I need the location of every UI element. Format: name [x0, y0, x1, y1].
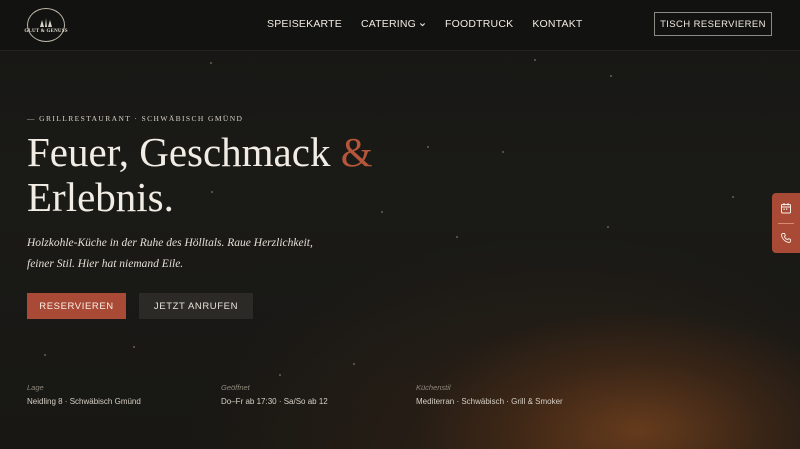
hero-eyebrow: — GRILLRESTAURANT · SCHWÄBISCH GMÜND — [27, 114, 244, 123]
hero-lede-line2: feiner Stil. Hier hat niemand Eile. — [27, 258, 184, 270]
phone-icon — [781, 233, 791, 243]
hero-lede: Holzkohle-Küche in der Ruhe des Hölltals… — [27, 233, 347, 275]
nav-label: FOODTRUCK — [445, 18, 514, 30]
hero-title-part2: Erlebnis. — [27, 174, 174, 220]
call-now-button[interactable]: JETZT ANRUFEN — [139, 293, 253, 319]
calendar-icon — [781, 203, 791, 214]
reserve-table-button[interactable]: TISCH RESERVIEREN — [654, 12, 772, 36]
side-reserve-button[interactable] — [772, 194, 800, 222]
side-call-button[interactable] — [772, 224, 800, 252]
brand-logo[interactable]: GLUT & GENUSS — [24, 8, 68, 42]
nav-item-kontakt[interactable]: KONTAKT — [532, 18, 582, 30]
reserve-button[interactable]: RESERVIEREN — [27, 293, 126, 319]
flame-trees-icon — [40, 17, 52, 27]
hero-title: Feuer, Geschmack & Erlebnis. — [27, 130, 447, 220]
info-hours: Geöffnet Do–Fr ab 17:30 · Sa/So ab 12 — [221, 383, 328, 406]
info-value: Do–Fr ab 17:30 · Sa/So ab 12 — [221, 397, 328, 406]
hero-title-part1: Feuer, Geschmack — [27, 129, 341, 175]
info-label: Küchenstil — [416, 383, 451, 392]
nav-label: SPEISEKARTE — [267, 18, 342, 30]
hero-title-ampersand: & — [340, 129, 373, 175]
nav-item-catering[interactable]: CATERING — [361, 18, 426, 30]
info-label: Geöffnet — [221, 383, 250, 392]
nav-item-speisekarte[interactable]: SPEISEKARTE — [267, 18, 342, 30]
chevron-down-icon — [419, 22, 426, 26]
logo-text: GLUT & GENUSS — [24, 28, 68, 34]
info-label: Lage — [27, 383, 44, 392]
hero-background — [0, 0, 800, 449]
info-value: Neidling 8 · Schwäbisch Gmünd — [27, 397, 141, 406]
nav-label: CATERING — [360, 18, 417, 30]
side-quick-actions — [772, 193, 800, 253]
site-header: GLUT & GENUSS SPEISEKARTE CATERING FOODT… — [0, 0, 800, 51]
hero-lede-line1: Holzkohle-Küche in der Ruhe des Hölltals… — [27, 237, 313, 249]
nav-label: KONTAKT — [532, 18, 583, 30]
info-location: Lage Neidling 8 · Schwäbisch Gmünd — [27, 383, 141, 406]
nav-item-foodtruck[interactable]: FOODTRUCK — [445, 18, 513, 30]
info-cuisine: Küchenstil Mediterran · Schwäbisch · Gri… — [416, 383, 563, 406]
main-nav: SPEISEKARTE CATERING FOODTRUCK KONTAKT — [267, 18, 583, 30]
info-value: Mediterran · Schwäbisch · Grill & Smoker — [416, 397, 563, 406]
